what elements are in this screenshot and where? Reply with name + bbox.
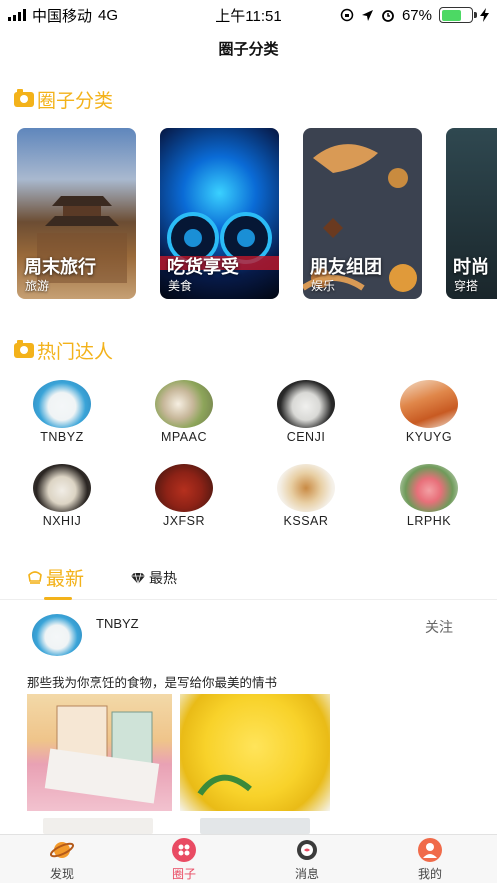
talent-item[interactable]: JXFSR: [139, 464, 229, 528]
tab-circle-label: 圈子: [171, 867, 196, 881]
avatar: [400, 464, 458, 512]
talent-item[interactable]: TNBYZ: [17, 380, 107, 444]
camera-icon: [14, 89, 34, 107]
post-image-2[interactable]: [180, 694, 330, 811]
avatar: [155, 464, 213, 512]
categories-section-title: 圈子分类: [14, 86, 113, 113]
talents-section-label: 热门达人: [37, 342, 114, 363]
talent-name: JXFSR: [162, 514, 206, 528]
planet-icon: [49, 838, 75, 862]
category-name: 吃货享受: [167, 257, 239, 277]
message-icon: [295, 838, 319, 862]
category-card-friends[interactable]: 朋友组团 娱乐: [303, 128, 422, 299]
category-carousel[interactable]: 周末旅行 旅游 吃货享受 美食 朋友组团 娱乐 时尚 穿搭: [17, 128, 497, 300]
tab-me-label: 我的: [417, 867, 442, 881]
category-name: 周末旅行: [24, 257, 96, 277]
camera-icon: [14, 340, 34, 358]
post-avatar[interactable]: [32, 614, 82, 656]
crown-icon: [28, 570, 42, 584]
tab-circle[interactable]: 圈子: [144, 838, 224, 882]
category-name: 时尚: [453, 257, 489, 277]
feed-tabs: 最新 最热: [0, 562, 497, 600]
tab-hot-label: 最热: [149, 570, 177, 586]
avatar: [277, 380, 335, 428]
talent-item[interactable]: MPAAC: [139, 380, 229, 444]
avatar: [33, 464, 91, 512]
tab-latest[interactable]: 最新: [27, 564, 84, 591]
talent-name: KYUYG: [405, 430, 453, 444]
battery-icon: [439, 7, 477, 23]
talent-item[interactable]: NXHIJ: [17, 464, 107, 528]
category-sub: 穿搭: [454, 279, 479, 293]
category-card-fashion[interactable]: 时尚 穿搭: [446, 128, 497, 299]
avatar: [277, 464, 335, 512]
post-username[interactable]: TNBYZ: [96, 616, 139, 631]
user-icon: [418, 838, 442, 862]
category-sub: 旅游: [25, 279, 50, 293]
category-sub: 娱乐: [311, 279, 336, 293]
post-image-1[interactable]: [27, 694, 172, 811]
talent-name: TNBYZ: [40, 430, 84, 444]
category-name: 朋友组团: [310, 257, 382, 277]
bottom-tab-bar: 发现 圈子 消息 我的: [0, 834, 497, 883]
network-label: 4G: [98, 6, 119, 24]
avatar: [155, 380, 213, 428]
durian-image: [197, 774, 252, 796]
talents-section-title: 热门达人: [14, 337, 113, 364]
signal-icon: [8, 9, 26, 21]
avatar: [33, 380, 91, 428]
tab-latest-label: 最新: [46, 569, 85, 590]
categories-section-label: 圈子分类: [37, 91, 114, 112]
tab-discover[interactable]: 发现: [22, 838, 102, 882]
status-bar: 中国移动 4G 上午11:51 67%: [0, 0, 497, 30]
diamond-icon: [131, 572, 145, 584]
charging-icon: [480, 8, 489, 22]
battery-percent: 67%: [401, 6, 432, 24]
tab-me[interactable]: 我的: [390, 838, 470, 882]
tab-discover-label: 发现: [49, 867, 74, 881]
talent-name: NXHIJ: [42, 514, 82, 528]
post-image-4[interactable]: [200, 818, 310, 834]
page-title: 圈子分类: [218, 41, 279, 58]
category-card-travel[interactable]: 周末旅行 旅游: [17, 128, 136, 299]
tab-messages-label: 消息: [294, 867, 319, 881]
post-text: 那些我为你烹饪的食物，是写给你最美的情书: [27, 676, 278, 690]
alarm-icon: [382, 10, 394, 22]
talent-item[interactable]: KYUYG: [384, 380, 474, 444]
talent-name: CENJI: [286, 430, 326, 444]
talent-name: LRPHK: [406, 514, 452, 528]
post-image-3[interactable]: [43, 818, 153, 834]
talent-item[interactable]: KSSAR: [261, 464, 351, 528]
active-tab-indicator: [44, 597, 72, 600]
avatar: [400, 380, 458, 428]
talent-name: MPAAC: [160, 430, 208, 444]
tab-hot[interactable]: 最热: [130, 568, 177, 588]
talent-item[interactable]: CENJI: [261, 380, 351, 444]
circle-grid-icon: [172, 838, 196, 862]
lock-rotation-icon: [340, 8, 354, 22]
location-icon: [361, 9, 373, 21]
category-sub: 美食: [168, 279, 193, 293]
talent-item[interactable]: LRPHK: [384, 464, 474, 528]
follow-button[interactable]: 关注: [425, 617, 453, 637]
notebook-image: [44, 705, 160, 804]
tab-messages[interactable]: 消息: [267, 838, 347, 882]
carrier-label: 中国移动: [32, 7, 93, 25]
talent-name: KSSAR: [283, 514, 329, 528]
category-card-food[interactable]: 吃货享受 美食: [160, 128, 279, 299]
